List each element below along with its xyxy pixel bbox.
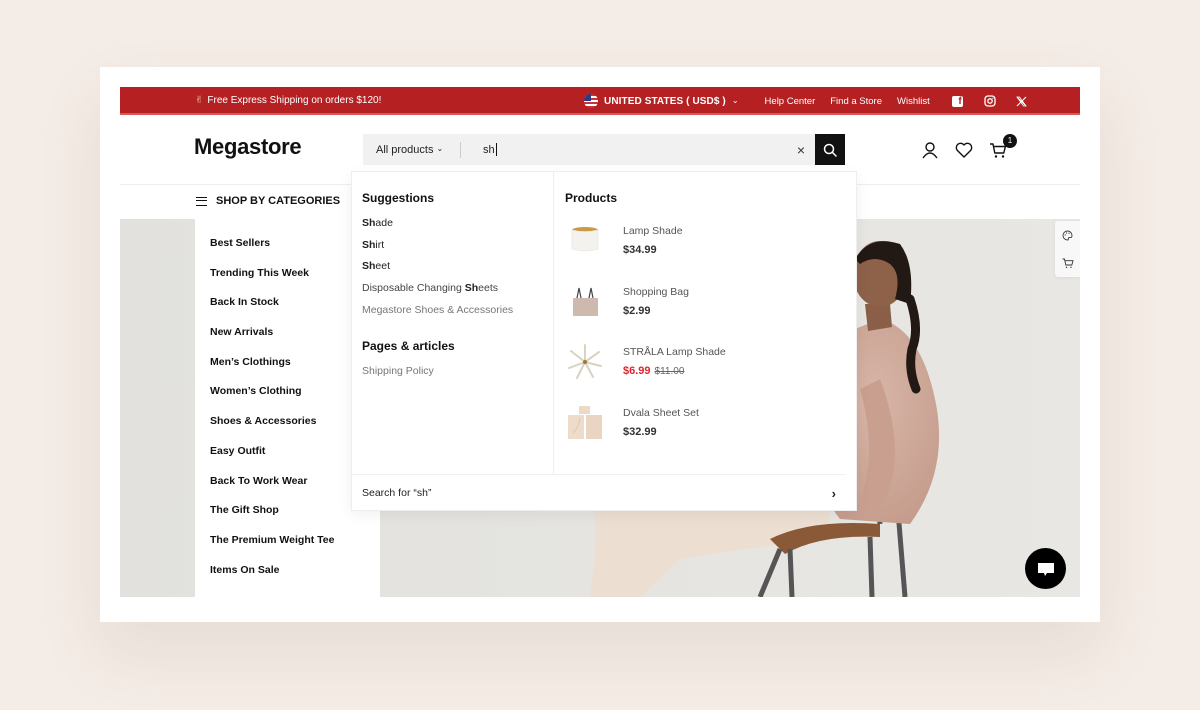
us-flag-icon: [584, 94, 598, 108]
chat-button[interactable]: [1025, 548, 1066, 589]
chevron-right-icon: ›: [831, 485, 836, 501]
help-center-link[interactable]: Help Center: [765, 96, 816, 107]
category-item[interactable]: Items On Sale: [195, 559, 380, 589]
announcement-bar: ✌ Free Express Shipping on orders $120! …: [120, 87, 1080, 115]
suggestion-item[interactable]: Sheet: [362, 260, 553, 282]
site-logo[interactable]: Megastore: [194, 134, 302, 160]
product-price: $2.99: [623, 304, 651, 317]
product-name: Shopping Bag: [623, 285, 689, 298]
quick-cart-icon[interactable]: [1055, 249, 1080, 277]
suggestions-heading: Suggestions: [362, 191, 435, 205]
product-price: $32.99: [623, 426, 657, 439]
product-original-price: $11.00: [654, 366, 685, 378]
cart-count-badge: 1: [1003, 134, 1017, 148]
shop-by-categories-label: SHOP BY CATEGORIES: [216, 195, 341, 207]
star-lamp-thumbnail: [565, 342, 605, 382]
find-store-link[interactable]: Find a Store: [830, 96, 882, 107]
facebook-icon[interactable]: f: [951, 95, 963, 107]
product-price: $34.99: [623, 244, 657, 256]
header-actions: 1: [920, 134, 1017, 160]
palette-icon[interactable]: [1055, 221, 1080, 249]
products-column: Products Lamp Shade $34.99 Shopping Bag …: [555, 172, 857, 474]
promo-message: ✌ Free Express Shipping on orders $120!: [195, 95, 381, 106]
search-button[interactable]: [815, 134, 845, 165]
cart-icon[interactable]: 1: [988, 134, 1017, 160]
product-name: STRÅLA Lamp Shade: [623, 346, 726, 359]
wishlist-heart-icon[interactable]: [954, 140, 974, 160]
chevron-down-icon: ⌄: [436, 144, 444, 153]
shop-by-categories-button[interactable]: SHOP BY CATEGORIES: [196, 195, 340, 207]
wishlist-link[interactable]: Wishlist: [897, 96, 930, 107]
account-icon[interactable]: [920, 140, 940, 160]
product-name: Lamp Shade: [623, 225, 683, 237]
product-sale-price: $6.99 $11.00: [623, 365, 685, 378]
search-for-query-link[interactable]: Search for “sh” ›: [352, 474, 846, 511]
product-result[interactable]: STRÅLA Lamp Shade $6.99 $11.00: [565, 342, 857, 403]
search-query-text: sh: [483, 143, 495, 156]
product-name: Dvala Sheet Set: [623, 407, 699, 420]
x-twitter-icon[interactable]: [1015, 94, 1029, 108]
search-for-label: Search for “sh”: [362, 487, 432, 499]
search-scope-select[interactable]: All products ⌄: [363, 134, 460, 165]
sheet-set-thumbnail: [565, 403, 605, 443]
search-icon: [823, 143, 837, 157]
clear-search-icon[interactable]: ×: [787, 142, 815, 158]
topbar-right: UNITED STATES ( USD$ ) ⌄ Help Center Fin…: [584, 93, 1029, 109]
suggestion-item[interactable]: Disposable Changing Sheets: [362, 282, 553, 304]
floating-tools: [1055, 221, 1080, 277]
promo-text: Free Express Shipping on orders $120!: [207, 95, 382, 106]
browser-frame: ✌ Free Express Shipping on orders $120! …: [100, 67, 1100, 622]
storefront: ✌ Free Express Shipping on orders $120! …: [120, 87, 1080, 597]
pages-heading: Pages & articles: [362, 339, 455, 354]
suggestions-column: Suggestions Shade Shirt Sheet Disposable…: [352, 172, 554, 474]
lamp-shade-thumbnail: [565, 221, 605, 261]
search-suggestions-dropdown: Suggestions Shade Shirt Sheet Disposable…: [351, 171, 857, 511]
page-result-item[interactable]: Shipping Policy: [362, 365, 553, 387]
shopping-bag-thumbnail: [565, 282, 605, 322]
search-scope-label: All products: [376, 143, 434, 156]
suggestion-item[interactable]: Megastore Shoes & Accessories: [362, 304, 553, 326]
search-bar: All products ⌄ sh ×: [363, 134, 845, 165]
instagram-icon[interactable]: [983, 94, 997, 108]
product-result[interactable]: Dvala Sheet Set $32.99: [565, 403, 857, 464]
text-caret: [495, 143, 497, 156]
category-item[interactable]: The Premium Weight Tee: [195, 529, 380, 559]
peace-hand-icon: ✌: [195, 95, 204, 106]
product-result[interactable]: Shopping Bag $2.99: [565, 282, 857, 343]
suggestion-item[interactable]: Shade: [362, 217, 553, 239]
search-input[interactable]: sh: [461, 143, 787, 156]
products-heading: Products: [565, 191, 618, 205]
product-result[interactable]: Lamp Shade $34.99: [565, 221, 857, 282]
chat-bubble-icon: [1037, 562, 1054, 576]
menu-icon: [196, 196, 207, 206]
chevron-down-icon[interactable]: ⌄: [732, 96, 739, 105]
country-selector[interactable]: UNITED STATES ( USD$ ): [604, 96, 726, 107]
suggestion-item[interactable]: Shirt: [362, 239, 553, 261]
